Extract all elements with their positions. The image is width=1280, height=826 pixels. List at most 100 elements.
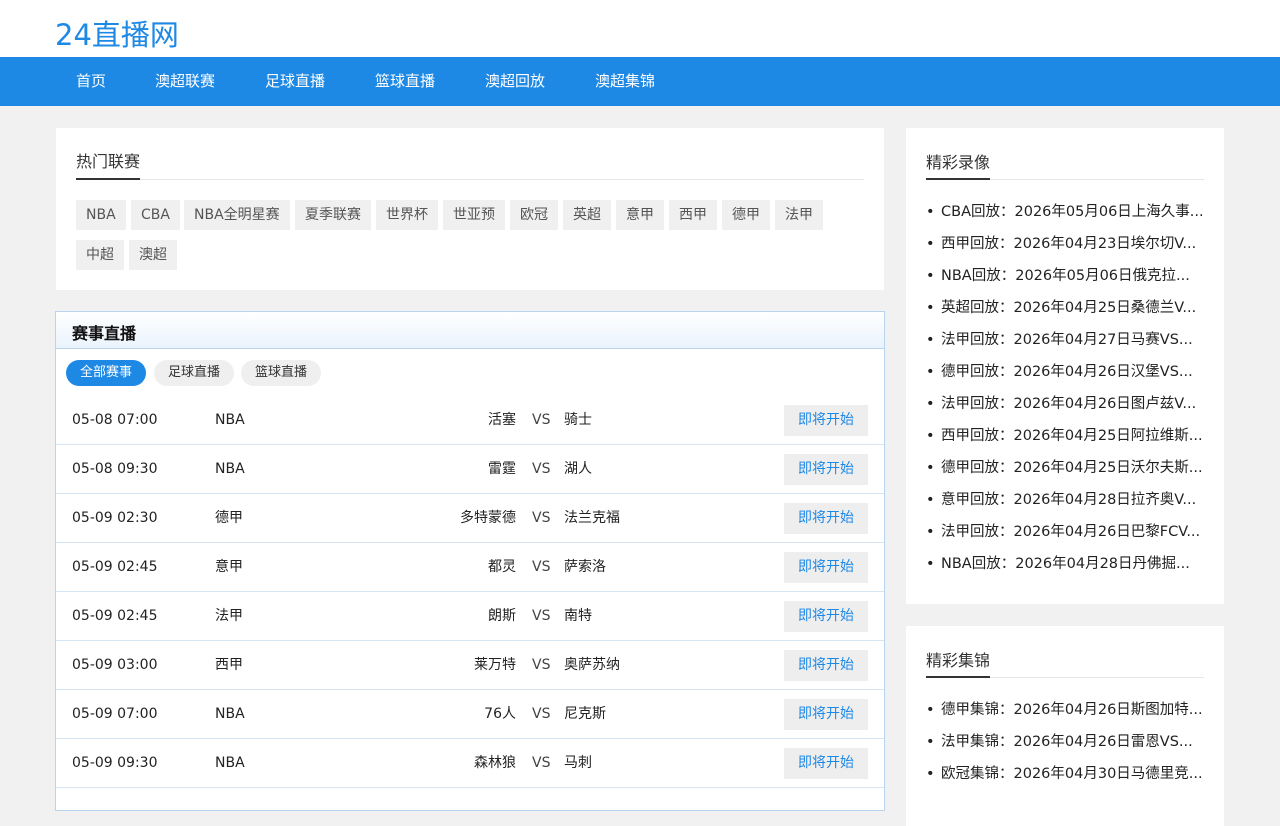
league-tag-worldcup[interactable]: 世界杯 — [376, 200, 438, 230]
away-team: 尼克斯 — [564, 706, 606, 722]
match-league: NBA — [215, 706, 245, 722]
highlight-link[interactable]: • 欧冠集锦：2026年04月30日马德里竞... — [926, 758, 1206, 790]
bullet-icon: • — [926, 396, 935, 412]
live-header: 赛事直播 — [56, 312, 884, 349]
match-time: 05-09 02:30 — [72, 510, 158, 526]
away-team: 法兰克福 — [564, 510, 620, 526]
title-underline — [76, 178, 140, 180]
league-tag-seriea[interactable]: 意甲 — [616, 200, 664, 230]
league-tag-cba[interactable]: CBA — [131, 200, 180, 230]
home-team: 都灵 — [488, 559, 516, 575]
site-logo[interactable]: 24直播网 — [55, 12, 179, 54]
filter-basketball[interactable]: 篮球直播 — [241, 360, 322, 386]
match-status-button[interactable]: 即将开始 — [784, 503, 868, 534]
nav-a-league[interactable]: 澳超联赛 — [155, 57, 215, 106]
bullet-icon: • — [926, 364, 935, 380]
away-team: 骑士 — [564, 412, 592, 428]
away-team: 奥萨苏纳 — [564, 657, 620, 673]
nav-a-league-highlights[interactable]: 澳超集锦 — [595, 57, 655, 106]
league-tag-a-league[interactable]: 澳超 — [129, 240, 177, 270]
vs-label: VS — [532, 657, 551, 673]
match-league: 西甲 — [215, 657, 243, 673]
replay-link[interactable]: • NBA回放：2026年04月28日丹佛掘... — [926, 548, 1206, 580]
match-row[interactable]: 05-09 02:45 意甲 都灵 VS 萨索洛 即将开始 — [56, 543, 884, 592]
nav-a-league-replay[interactable]: 澳超回放 — [485, 57, 545, 106]
replay-link[interactable]: • 法甲回放：2026年04月26日巴黎FCV... — [926, 516, 1206, 548]
home-team: 莱万特 — [474, 657, 516, 673]
nav-basketball-live[interactable]: 篮球直播 — [375, 57, 435, 106]
bullet-icon: • — [926, 300, 935, 316]
match-time: 05-09 02:45 — [72, 559, 158, 575]
filter-all[interactable]: 全部赛事 — [66, 360, 147, 386]
league-tag-bundesliga[interactable]: 德甲 — [722, 200, 770, 230]
bullet-icon: • — [926, 268, 935, 284]
bullet-icon: • — [926, 492, 935, 508]
league-tag-epl[interactable]: 英超 — [563, 200, 611, 230]
replay-link[interactable]: • 法甲回放：2026年04月26日图卢兹V... — [926, 388, 1206, 420]
nav-home[interactable]: 首页 — [76, 57, 106, 106]
league-tag-ligue1[interactable]: 法甲 — [775, 200, 823, 230]
replay-link[interactable]: • 英超回放：2026年04月25日桑德兰V... — [926, 292, 1206, 324]
match-row[interactable]: 05-09 03:00 西甲 莱万特 VS 奥萨苏纳 即将开始 — [56, 641, 884, 690]
match-row[interactable]: 05-09 02:30 德甲 多特蒙德 VS 法兰克福 即将开始 — [56, 494, 884, 543]
highlights-title: 精彩集锦 — [926, 651, 991, 670]
match-row[interactable]: 05-08 07:00 NBA 活塞 VS 骑士 即将开始 — [56, 396, 884, 445]
bullet-icon: • — [926, 766, 935, 782]
match-status-button[interactable]: 即将开始 — [784, 552, 868, 583]
replay-link[interactable]: • 德甲回放：2026年04月26日汉堡VS... — [926, 356, 1206, 388]
match-time: 05-09 02:45 — [72, 608, 158, 624]
home-team: 朗斯 — [488, 608, 516, 624]
match-time: 05-08 09:30 — [72, 461, 158, 477]
highlight-link[interactable]: • 法甲集锦：2026年04月26日雷恩VS... — [926, 726, 1206, 758]
bullet-icon: • — [926, 524, 935, 540]
nav-football-live[interactable]: 足球直播 — [265, 57, 325, 106]
match-time: 05-08 07:00 — [72, 412, 158, 428]
highlight-link[interactable]: • 德甲集锦：2026年04月26日斯图加特... — [926, 694, 1206, 726]
bullet-icon: • — [926, 332, 935, 348]
league-tag-ucl[interactable]: 欧冠 — [510, 200, 558, 230]
home-team: 多特蒙德 — [460, 510, 516, 526]
live-matches-panel: 赛事直播 全部赛事 足球直播 篮球直播 05-08 07:00 NBA 活塞 V… — [55, 311, 885, 811]
match-row[interactable]: 05-09 07:00 NBA 76人 VS 尼克斯 即将开始 — [56, 690, 884, 739]
match-status-button[interactable]: 即将开始 — [784, 454, 868, 485]
bullet-icon: • — [926, 556, 935, 572]
league-tag-nba-allstar[interactable]: NBA全明星赛 — [184, 200, 290, 230]
match-row[interactable]: 05-08 09:30 NBA 雷霆 VS 湖人 即将开始 — [56, 445, 884, 494]
away-team: 南特 — [564, 608, 592, 624]
replays-title: 精彩录像 — [926, 153, 991, 172]
replay-link[interactable]: • 德甲回放：2026年04月25日沃尔夫斯... — [926, 452, 1206, 484]
live-title: 赛事直播 — [72, 324, 137, 343]
replay-link[interactable]: • 西甲回放：2026年04月23日埃尔切V... — [926, 228, 1206, 260]
match-status-button[interactable]: 即将开始 — [784, 748, 868, 779]
league-tag-wc-asia-qual[interactable]: 世亚预 — [443, 200, 505, 230]
league-tag-laliga[interactable]: 西甲 — [669, 200, 717, 230]
match-status-button[interactable]: 即将开始 — [784, 601, 868, 632]
vs-label: VS — [532, 461, 551, 477]
replay-link[interactable]: • 意甲回放：2026年04月28日拉齐奥V... — [926, 484, 1206, 516]
home-team: 76人 — [484, 706, 516, 722]
filter-football[interactable]: 足球直播 — [154, 360, 235, 386]
replay-link[interactable]: • CBA回放：2026年05月06日上海久事... — [926, 196, 1206, 228]
league-tag-csl[interactable]: 中超 — [76, 240, 124, 270]
match-status-button[interactable]: 即将开始 — [784, 650, 868, 681]
match-league: NBA — [215, 755, 245, 771]
vs-label: VS — [532, 559, 551, 575]
bullet-icon: • — [926, 236, 935, 252]
home-team: 活塞 — [488, 412, 516, 428]
league-tag-summer[interactable]: 夏季联赛 — [295, 200, 371, 230]
match-row[interactable]: 05-09 09:30 NBA 森林狼 VS 马刺 即将开始 — [56, 739, 884, 788]
replay-link[interactable]: • NBA回放：2026年05月06日俄克拉... — [926, 260, 1206, 292]
replay-link[interactable]: • 法甲回放：2026年04月27日马赛VS... — [926, 324, 1206, 356]
match-status-button[interactable]: 即将开始 — [784, 699, 868, 730]
match-time: 05-09 09:30 — [72, 755, 158, 771]
league-tag-nba[interactable]: NBA — [76, 200, 126, 230]
replay-link[interactable]: • 西甲回放：2026年04月25日阿拉维斯... — [926, 420, 1206, 452]
match-status-button[interactable]: 即将开始 — [784, 405, 868, 436]
vs-label: VS — [532, 412, 551, 428]
home-team: 森林狼 — [474, 755, 516, 771]
match-row[interactable]: 05-09 02:45 法甲 朗斯 VS 南特 即将开始 — [56, 592, 884, 641]
match-league: 意甲 — [215, 559, 243, 575]
vs-label: VS — [532, 706, 551, 722]
match-league: 法甲 — [215, 608, 243, 624]
vs-label: VS — [532, 608, 551, 624]
